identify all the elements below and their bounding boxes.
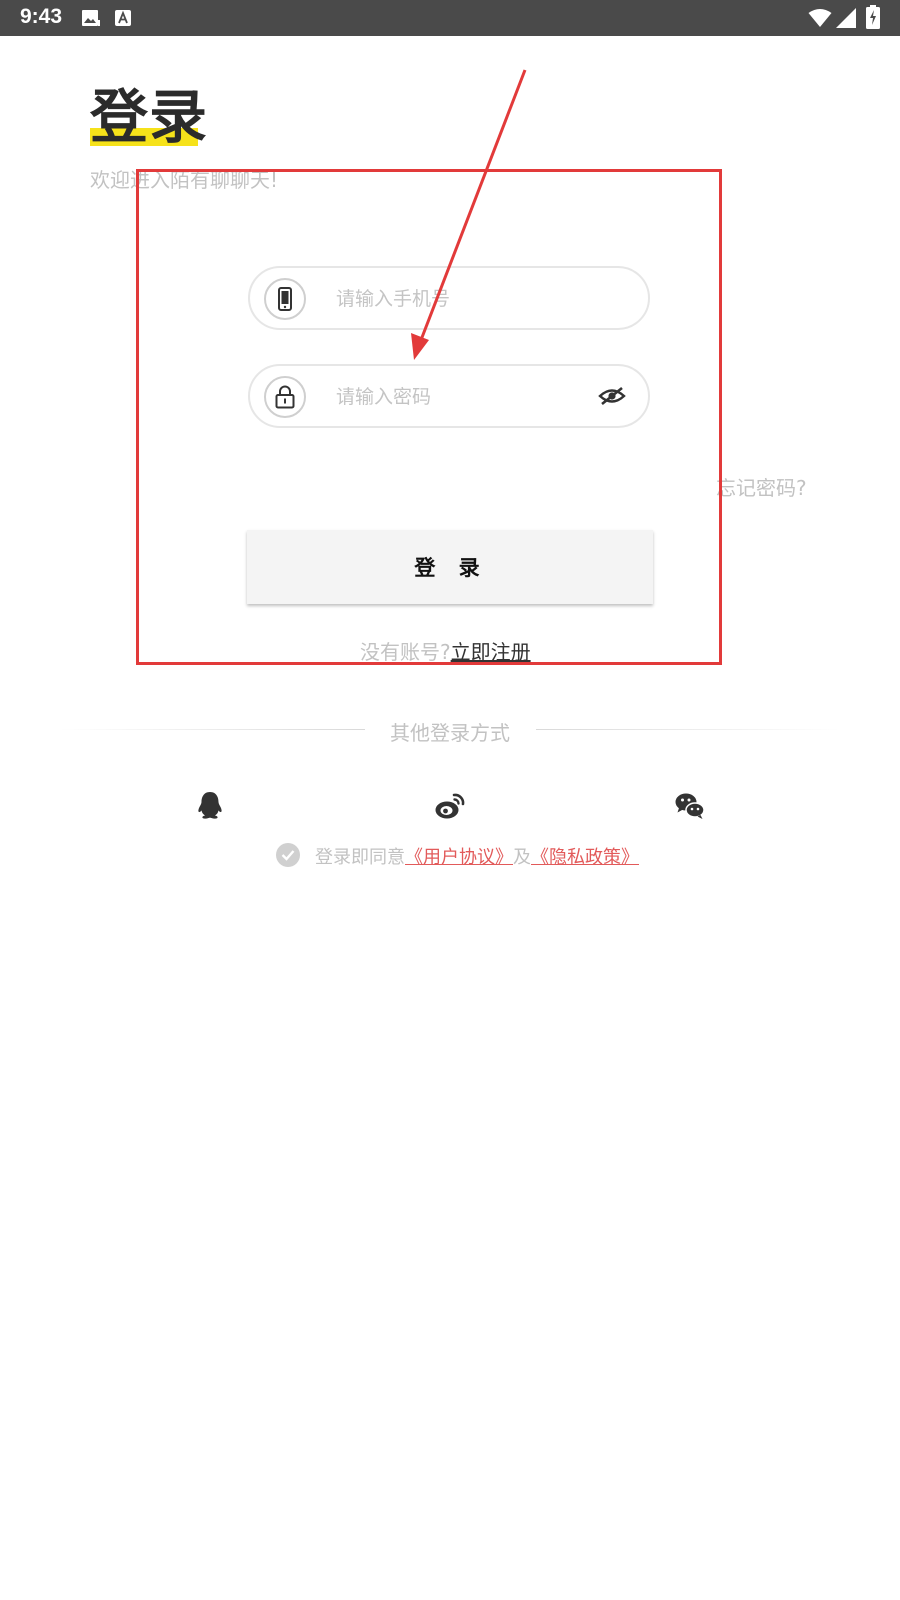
forgot-password-link[interactable]: 忘记密码? (716, 472, 807, 501)
qq-icon[interactable] (194, 790, 226, 822)
no-account-text: 没有账号? (360, 640, 451, 664)
password-field[interactable] (248, 364, 650, 428)
status-time: 9:43 (20, 5, 63, 28)
wifi-icon (808, 9, 832, 27)
privacy-policy-link[interactable]: 《隐私政策》 (531, 847, 639, 868)
phone-field[interactable] (248, 266, 650, 330)
agreement-conjunction: 及 (513, 847, 531, 868)
image-icon (82, 10, 100, 26)
eye-hidden-icon[interactable] (598, 384, 626, 408)
other-login-label: 其他登录方式 (390, 721, 510, 745)
agreement-prefix: 登录即同意 (315, 847, 405, 868)
user-agreement-link[interactable]: 《用户协议》 (405, 847, 513, 868)
wechat-icon[interactable] (674, 790, 706, 822)
login-button[interactable]: 登 录 (247, 530, 653, 604)
phone-icon (264, 278, 306, 320)
agreement-text: 登录即同意《用户协议》及《隐私政策》 (315, 843, 639, 869)
check-icon (281, 850, 295, 861)
agreement-checkbox[interactable] (276, 843, 300, 867)
divider-right (536, 729, 841, 730)
lock-icon (264, 376, 306, 418)
title-block: 登录 (90, 82, 208, 152)
phone-input[interactable] (334, 268, 588, 330)
password-input[interactable] (334, 366, 588, 428)
register-link[interactable]: 立即注册 (451, 640, 531, 664)
welcome-subtitle: 欢迎进入陌有聊聊天! (90, 168, 279, 192)
page-title: 登录 (90, 83, 209, 151)
font-icon (115, 10, 131, 26)
signal-icon (836, 8, 856, 28)
register-prompt: 没有账号?立即注册 (360, 636, 531, 665)
weibo-icon[interactable] (434, 790, 466, 822)
status-bar: 9:43 (0, 0, 900, 36)
divider-left (60, 729, 365, 730)
battery-icon (866, 5, 880, 29)
